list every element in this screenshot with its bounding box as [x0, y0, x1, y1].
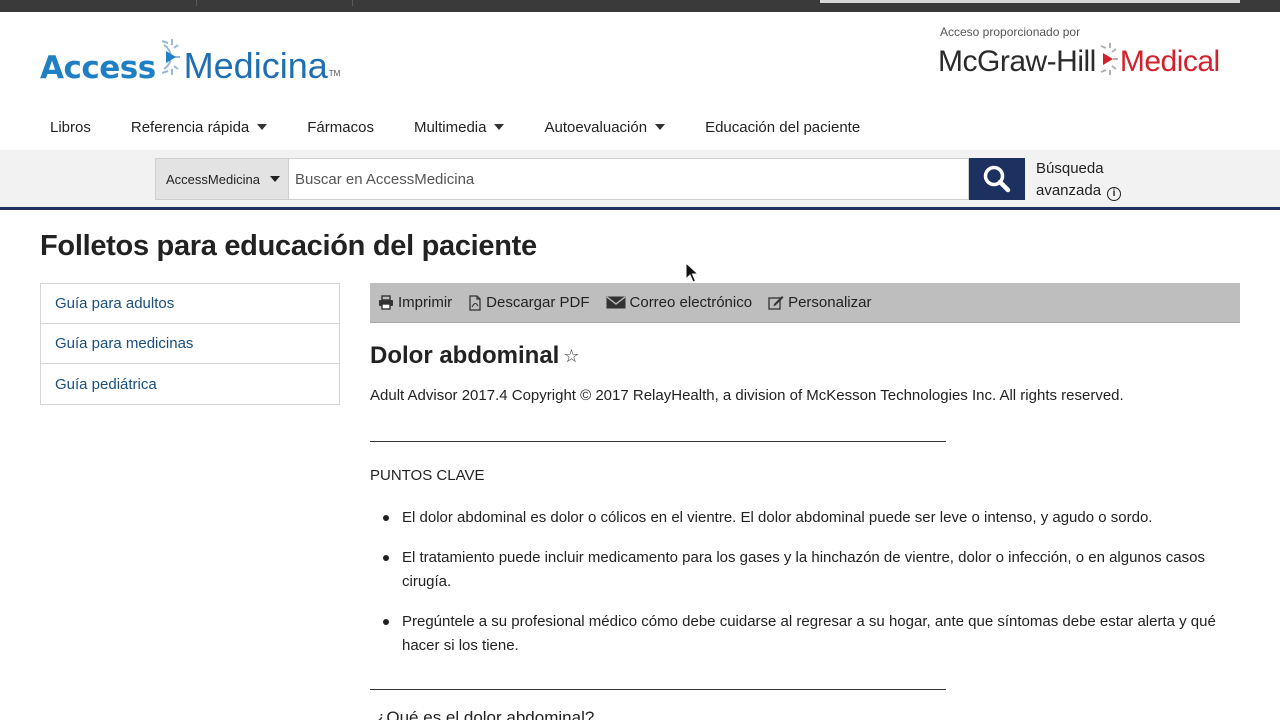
- sponsor-caption: Acceso proporcionado por: [940, 25, 1081, 39]
- nav-label: Referencia rápida: [130, 118, 250, 136]
- envelope-icon: [606, 296, 626, 309]
- nav-label: Autoevaluación: [544, 118, 648, 136]
- nav-item-referencia-rapida[interactable]: Referencia rápida: [121, 119, 277, 136]
- info-icon[interactable]: i: [1107, 187, 1122, 201]
- advanced-search-link[interactable]: Búsqueda avanzada i: [1036, 158, 1122, 202]
- printer-icon: [379, 295, 393, 310]
- list-item: Pregúntele a su profesional médico cómo …: [370, 610, 1230, 658]
- sidebar-item-pediatrica[interactable]: Guía pediátrica: [41, 364, 339, 404]
- advanced-search-label-2: avanzada: [1036, 182, 1102, 199]
- mh-medical-text: Medical: [1119, 44, 1220, 78]
- mcgraw-hill-logo: McGraw-Hill Medical: [938, 42, 1220, 81]
- browser-top-bar: [0, 0, 1280, 12]
- article-toolbar: Imprimir Descargar PDF Correo electrónic…: [370, 283, 1240, 323]
- list-item: El dolor abdominal es dolor o cólicos en…: [370, 506, 1230, 530]
- caret-down-icon: [269, 176, 280, 182]
- logo-medicina-text: Medicina: [183, 45, 328, 86]
- sidebar-item-adultos[interactable]: Guía para adultos: [41, 284, 339, 324]
- print-label: Imprimir: [398, 294, 453, 311]
- article-title: Dolor abdominal: [370, 342, 560, 369]
- nav-label: Multimedia: [413, 118, 487, 136]
- caret-down-icon: [257, 124, 268, 130]
- personalize-button[interactable]: Personalizar: [768, 294, 871, 311]
- nav-label: Libros: [50, 118, 91, 136]
- search-scope-label: AccessMedicina: [166, 171, 260, 187]
- nav-label: Educación del paciente: [705, 118, 861, 136]
- key-points-heading: PUNTOS CLAVE: [370, 467, 485, 484]
- nav-item-libros[interactable]: Libros: [40, 119, 101, 136]
- mh-gear-icon: [1097, 42, 1119, 81]
- personalize-label: Personalizar: [788, 294, 872, 311]
- download-pdf-button[interactable]: Descargar PDF: [468, 294, 590, 311]
- section-divider: [370, 441, 946, 442]
- edit-icon: [768, 296, 784, 310]
- main-nav: Libros Referencia rápida Fármacos Multim…: [40, 116, 890, 138]
- email-button[interactable]: Correo electrónico: [606, 294, 753, 311]
- mouse-pointer-icon: [685, 262, 699, 283]
- search-button[interactable]: [969, 158, 1025, 200]
- top-bar-divider: [352, 0, 353, 6]
- nav-item-educacion-paciente[interactable]: Educación del paciente: [695, 119, 870, 136]
- top-bar-divider: [196, 0, 197, 6]
- search-icon: [983, 165, 1011, 193]
- top-bar-field[interactable]: [820, 0, 1240, 3]
- logo-access-text: Access: [40, 50, 156, 86]
- download-pdf-label: Descargar PDF: [486, 294, 590, 311]
- next-section-heading: ¿Qué es el dolor abdominal?: [376, 708, 595, 720]
- favorite-star-icon[interactable]: ☆: [563, 346, 579, 367]
- search-band-divider: [0, 207, 1280, 210]
- sidebar-item-medicinas[interactable]: Guía para medicinas: [41, 324, 339, 364]
- logo-trademark: TM: [328, 69, 341, 78]
- nav-label: Fármacos: [307, 118, 374, 136]
- section-divider: [370, 689, 946, 690]
- print-button[interactable]: Imprimir: [378, 294, 452, 311]
- caret-down-icon: [655, 124, 666, 130]
- caret-down-icon: [494, 124, 505, 130]
- pdf-icon: [469, 294, 481, 311]
- nav-item-multimedia[interactable]: Multimedia: [404, 119, 515, 136]
- mcgraw-hill-name: McGraw-Hill: [938, 44, 1096, 78]
- nav-item-farmacos[interactable]: Fármacos: [297, 119, 384, 136]
- accessmedicina-logo[interactable]: Access Medicina TM: [40, 36, 340, 84]
- search-scope-dropdown[interactable]: AccessMedicina: [155, 158, 289, 200]
- key-points-list: El dolor abdominal es dolor o cólicos en…: [370, 506, 1230, 674]
- nav-item-autoevaluacion[interactable]: Autoevaluación: [534, 119, 675, 136]
- guide-sidebar: Guía para adultos Guía para medicinas Gu…: [40, 283, 340, 405]
- list-item: El tratamiento puede incluir medicamento…: [370, 546, 1230, 594]
- search-input[interactable]: [289, 158, 969, 200]
- page-title: Folletos para educación del paciente: [40, 230, 537, 262]
- email-label: Correo electrónico: [629, 294, 753, 311]
- article-title-row: Dolor abdominal ☆: [370, 342, 579, 370]
- article-copyright: Adult Advisor 2017.4 Copyright © 2017 Re…: [370, 387, 1124, 404]
- advanced-search-label-1: Búsqueda: [1036, 160, 1104, 177]
- logo-gear-icon: [158, 37, 182, 82]
